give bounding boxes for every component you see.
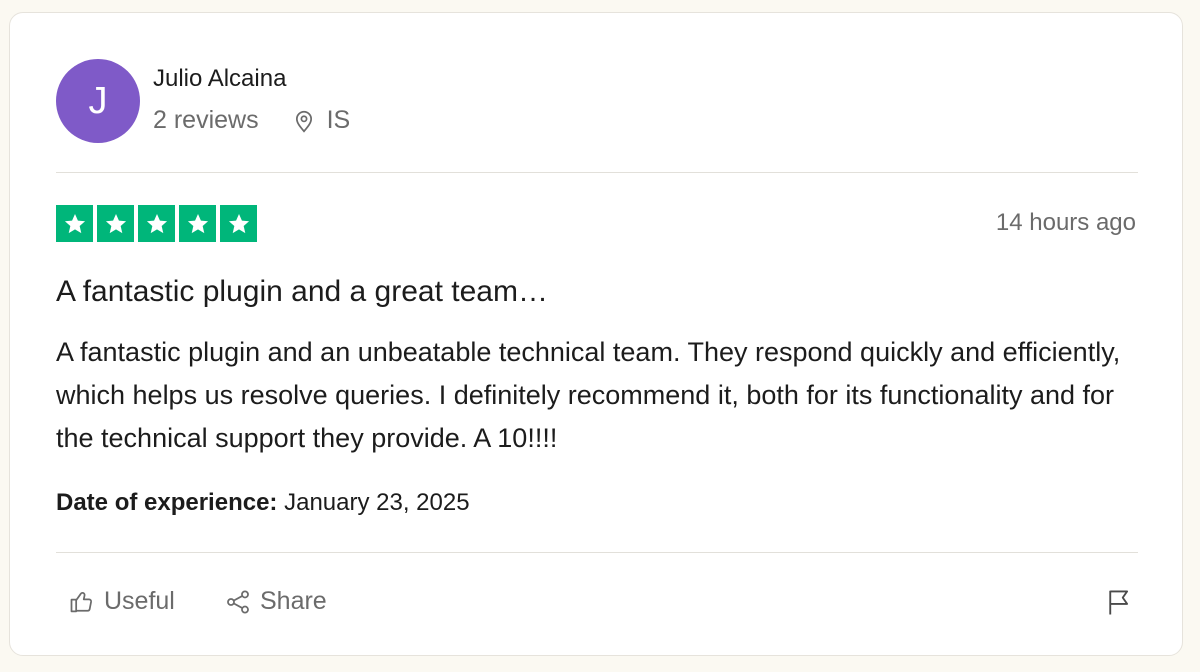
useful-label: Useful: [104, 587, 175, 615]
reviewer-name[interactable]: Julio Alcaina: [153, 65, 286, 93]
flag-icon: [1104, 587, 1134, 617]
experience-date: January 23, 2025: [284, 489, 470, 516]
avatar-initial: J: [88, 79, 108, 122]
review-card: J Julio Alcaina 2 reviews IS 14 hours ag…: [9, 12, 1183, 656]
date-of-experience: Date of experience: January 23, 2025: [56, 489, 470, 517]
divider: [56, 172, 1138, 173]
star-icon: [138, 205, 175, 242]
report-flag-button[interactable]: [1102, 585, 1136, 619]
divider: [56, 552, 1138, 553]
reviews-count: 2 reviews: [153, 106, 259, 134]
thumbs-up-icon: [68, 588, 96, 616]
share-label: Share: [260, 587, 327, 615]
star-icon: [179, 205, 216, 242]
useful-button[interactable]: Useful: [68, 587, 175, 616]
location-pin-icon: [291, 108, 317, 134]
star-icon: [220, 205, 257, 242]
review-title[interactable]: A fantastic plugin and a great team…: [56, 275, 548, 309]
star-icon: [97, 205, 134, 242]
review-body: A fantastic plugin and an unbeatable tec…: [56, 337, 1121, 453]
star-rating: [56, 205, 257, 242]
share-button[interactable]: Share: [224, 587, 327, 616]
experience-label: Date of experience:: [56, 489, 278, 516]
share-icon: [224, 588, 252, 616]
avatar[interactable]: J: [56, 59, 140, 143]
review-timestamp: 14 hours ago: [995, 209, 1136, 236]
star-icon: [56, 205, 93, 242]
reviewer-meta: 2 reviews IS: [153, 106, 350, 135]
reviewer-location: IS: [326, 106, 351, 134]
